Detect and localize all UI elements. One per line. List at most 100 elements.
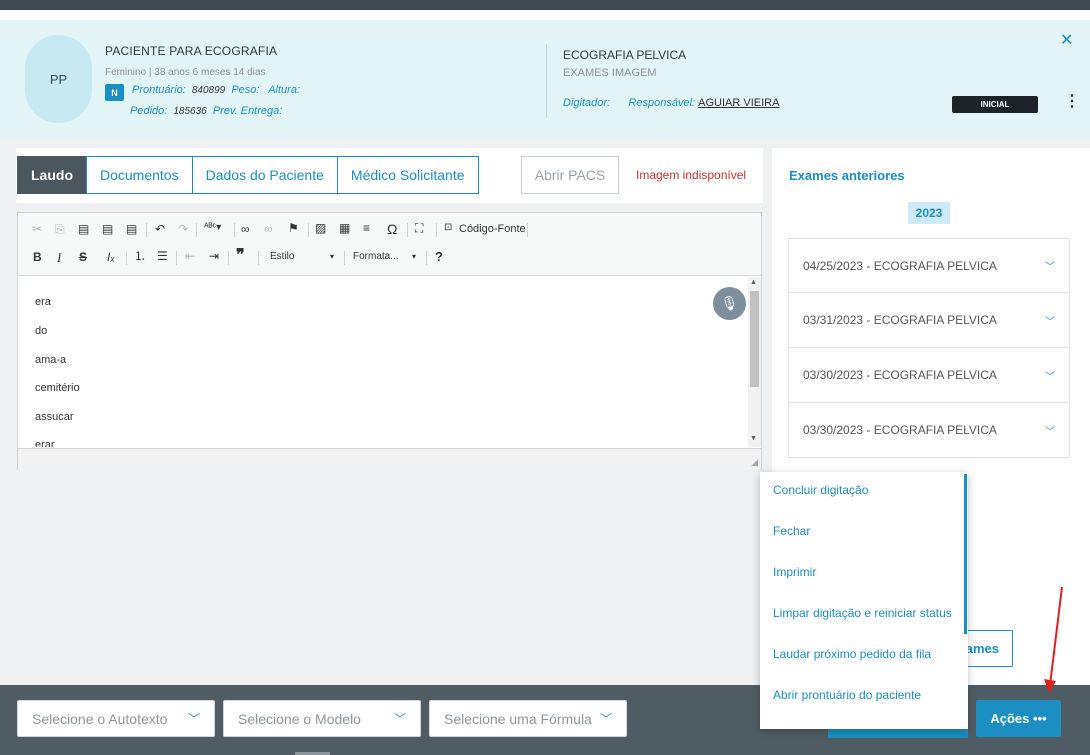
toolbar-divider	[146, 223, 147, 237]
chevron-down-icon[interactable]: ﹀	[1045, 423, 1055, 438]
microphone-icon[interactable]: 🎙	[713, 287, 746, 320]
chevron-down-icon: ﹀	[187, 712, 200, 726]
anchor-flag-icon[interactable]: ⚑	[288, 222, 299, 234]
editor-scrollbar[interactable]: ▲ ▼	[748, 277, 761, 447]
kebab-menu-icon[interactable]: ⋮	[1064, 94, 1080, 110]
remove-format-icon[interactable]: Iₓ	[107, 251, 115, 263]
toolbar-divider	[176, 251, 177, 265]
table-icon[interactable]: ▦	[339, 222, 350, 234]
exam-subtitle: EXAMES IMAGEM	[563, 67, 657, 79]
italic-icon[interactable]: I	[57, 251, 61, 264]
peso-label: Peso:	[231, 84, 260, 96]
year-badge[interactable]: 2023	[908, 202, 950, 224]
modelo-select[interactable]: Selecione o Modelo ﹀	[223, 700, 421, 737]
patient-row-2: Pedido: 185636 Prev. Entrega:	[130, 105, 282, 117]
unlink-icon[interactable]: ∞	[264, 223, 273, 235]
tab-documentos[interactable]: Documentos	[86, 156, 193, 194]
paste-text-icon[interactable]: ▤	[102, 223, 113, 235]
undo-icon[interactable]: ↶	[155, 223, 165, 235]
autotexto-select[interactable]: Selecione o Autotexto ﹀	[17, 700, 215, 737]
format-dropdown[interactable]: Formata...	[353, 252, 399, 262]
scrollbar-thumb[interactable]	[750, 291, 759, 387]
format-dropdown-chevron-icon[interactable]: ▾	[412, 253, 416, 261]
menu-item-fechar[interactable]: Fechar	[773, 524, 810, 538]
spellcheck-icon[interactable]: ᴬᴮᶜ▾	[204, 223, 221, 233]
strikethrough-icon[interactable]: S	[79, 251, 87, 263]
menu-scrollbar[interactable]	[964, 474, 967, 634]
outdent-icon[interactable]: ⇤	[185, 250, 195, 262]
image-unavailable-text: Imagem indisponível	[636, 168, 747, 182]
special-char-icon[interactable]: Ω	[387, 222, 397, 236]
toolbar-divider	[407, 223, 408, 237]
scroll-down-icon[interactable]: ▼	[750, 435, 757, 442]
exam-item-label: 04/25/2023 - ECOGRAFIA PELVICA	[803, 258, 997, 273]
editor-line: era	[35, 296, 51, 308]
style-dropdown-chevron-icon[interactable]: ▾	[330, 253, 334, 261]
toolbar-divider	[196, 223, 197, 237]
copy-icon[interactable]: ⎘	[55, 223, 65, 235]
toolbar-divider	[426, 251, 427, 265]
responsavel-link[interactable]: AGUIAR VIEIRA	[698, 97, 779, 109]
indent-icon[interactable]: ⇥	[209, 250, 219, 262]
toolbar-divider	[234, 223, 235, 237]
horizontal-line-icon[interactable]: ≡	[363, 222, 370, 234]
source-code-button[interactable]: Código-Fonte	[459, 224, 526, 235]
paste-word-icon[interactable]: ▤	[126, 223, 137, 235]
list-item[interactable]: 03/31/2023 - ECOGRAFIA PELVICA ﹀	[788, 293, 1070, 348]
tab-medico-solicitante[interactable]: Médico Solicitante	[336, 156, 479, 194]
editor-line: do	[35, 325, 48, 337]
chevron-down-icon[interactable]: ﹀	[1045, 258, 1055, 273]
tab-dados-paciente[interactable]: Dados do Paciente	[191, 156, 338, 194]
paste-icon[interactable]: ▤	[78, 223, 89, 235]
menu-item-concluir[interactable]: Concluir digitação	[773, 483, 868, 497]
chevron-down-icon[interactable]: ﹀	[1045, 313, 1055, 328]
editor-line: ama-a	[35, 354, 67, 366]
numbered-list-icon[interactable]: ⒈	[134, 250, 146, 262]
toolbar-divider	[126, 251, 127, 265]
list-item[interactable]: 04/25/2023 - ECOGRAFIA PELVICA ﹀	[788, 238, 1070, 293]
chevron-down-icon: ﹀	[393, 712, 406, 726]
more-dots-icon: •••	[1033, 711, 1047, 726]
menu-item-limpar[interactable]: Limpar digitação e reiniciar status	[773, 606, 952, 620]
scroll-up-icon[interactable]: ▲	[750, 279, 757, 286]
maximize-icon[interactable]: ⛶	[415, 222, 423, 234]
pedido-value: 185636	[173, 106, 207, 117]
header-divider	[546, 44, 547, 118]
style-dropdown[interactable]: Estilo	[270, 252, 294, 262]
image-icon[interactable]: ▨	[315, 222, 326, 234]
tab-laudo[interactable]: Laudo	[17, 156, 87, 194]
bullet-list-icon[interactable]: ☰	[157, 250, 168, 262]
help-icon[interactable]: ?	[435, 250, 443, 263]
digitador-label: Digitador:	[563, 97, 611, 109]
list-item[interactable]: 03/30/2023 - ECOGRAFIA PELVICA ﹀	[788, 348, 1070, 403]
open-pacs-button[interactable]: Abrir PACS	[521, 156, 619, 194]
link-icon[interactable]: ∞	[241, 223, 250, 235]
actions-button[interactable]: Ações •••	[976, 700, 1061, 737]
bold-icon[interactable]: B	[33, 251, 42, 263]
chevron-down-icon: ﹀	[599, 712, 612, 726]
editor-statusbar: ◢	[18, 448, 761, 470]
source-code-icon[interactable]: ⊡	[444, 223, 452, 233]
toolbar-divider	[258, 251, 259, 265]
close-icon[interactable]: ✕	[1060, 30, 1073, 50]
blockquote-icon[interactable]: ❞	[236, 248, 245, 264]
resize-handle-icon[interactable]: ◢	[751, 457, 758, 468]
altura-label: Altura:	[268, 84, 301, 96]
editor-content[interactable]: era do ama-a cemitério assucar erar 🎙	[18, 277, 748, 447]
menu-item-laudar-proximo[interactable]: Laudar próximo pedido da fila	[773, 647, 931, 661]
menu-item-imprimir[interactable]: Imprimir	[773, 565, 816, 579]
menu-item-abrir-prontuario[interactable]: Abrir prontuário do paciente	[773, 688, 921, 702]
cut-icon[interactable]: ✂	[32, 223, 42, 235]
list-item[interactable]: 03/30/2023 - ECOGRAFIA PELVICA ﹀	[788, 403, 1070, 458]
exam-title: ECOGRAFIA PELVICA	[563, 48, 687, 62]
patient-header	[0, 20, 1090, 140]
previous-exams-title: Exames anteriores	[789, 168, 905, 183]
exam-item-label: 03/30/2023 - ECOGRAFIA PELVICA	[803, 368, 997, 382]
toolbar-divider	[228, 251, 229, 265]
toolbar-divider	[527, 223, 528, 237]
redo-icon[interactable]: ↷	[178, 223, 188, 235]
patient-name: PACIENTE PARA ECOGRAFIA	[105, 44, 278, 58]
rich-text-editor: ✂ ⎘ ▤ ▤ ▤ ↶ ↷ ᴬᴮᶜ▾ ∞ ∞ ⚑ ▨ ▦ ≡ Ω ⛶ ⊡ Cód…	[17, 212, 762, 470]
chevron-down-icon[interactable]: ﹀	[1045, 368, 1055, 383]
formula-select[interactable]: Selecione uma Fórmula ﹀	[429, 700, 627, 737]
